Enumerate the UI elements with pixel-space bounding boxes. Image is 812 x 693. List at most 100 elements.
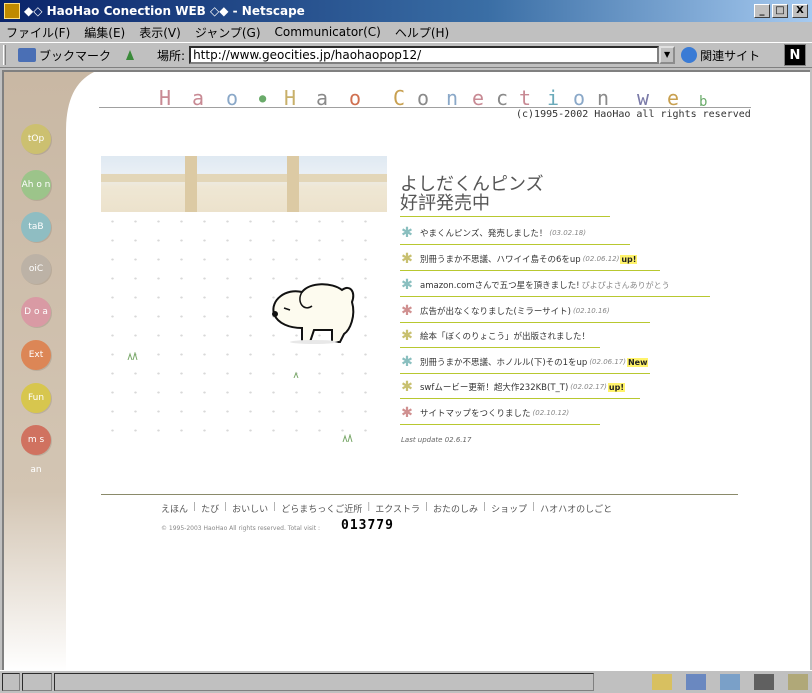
news-headline-line2[interactable]: 好評発売中: [400, 189, 490, 215]
news-date: (02.10.12): [532, 409, 570, 417]
news-item[interactable]: ✱ 別冊うまか不思議、ハワイイ島その6をup (02.06.12) up!: [400, 248, 638, 270]
news-date: (02.02.17): [570, 383, 607, 391]
menu-view[interactable]: 表示(V): [139, 24, 181, 41]
menu-file[interactable]: ファイル(F): [6, 24, 70, 41]
menu-go[interactable]: ジャンプ(G): [195, 24, 261, 41]
star-icon: ✱: [401, 328, 413, 344]
footer-link[interactable]: どらまちっくご近所: [281, 502, 362, 515]
news-badge: up!: [620, 254, 638, 264]
fence-post: [287, 156, 299, 212]
footer-separator: |: [224, 502, 228, 512]
close-button[interactable]: X: [792, 4, 808, 18]
nav-circle-top[interactable]: tOp: [21, 124, 51, 154]
news-text[interactable]: 別冊うまか不思議、ホノルル(下)その1をup: [420, 356, 587, 368]
toolbar-grip[interactable]: [3, 45, 6, 65]
news-item[interactable]: ✱ サイトマップをつくりました (02.10.12): [400, 402, 569, 424]
news-divider: [400, 424, 600, 425]
nav-circle-doa[interactable]: D o a: [21, 297, 51, 327]
star-icon: ✱: [401, 251, 413, 267]
footer-link[interactable]: おたのしみ: [433, 502, 478, 515]
component-bar: [638, 674, 808, 690]
news-item[interactable]: ✱ 別冊うまか不思議、ホノルル(下)その1をup (02.06.17) New: [400, 351, 649, 373]
footer-separator: |: [483, 502, 487, 512]
star-icon: ✱: [401, 379, 413, 395]
menu-bar: ファイル(F) 編集(E) 表示(V) ジャンプ(G) Communicator…: [0, 22, 812, 42]
bookmark-icon[interactable]: [18, 48, 36, 62]
nav-circle-fun[interactable]: Fun: [21, 383, 51, 413]
fence-post: [185, 156, 197, 212]
status-message: [54, 673, 594, 691]
news-text[interactable]: 別冊うまか不思議、ハワイイ島その6をup: [420, 253, 581, 265]
footer-link[interactable]: エクストラ: [375, 502, 420, 515]
news-item[interactable]: ✱ 広告が出なくなりました(ミラーサイト) (02.10.16): [400, 300, 609, 322]
footer-link[interactable]: おいしい: [232, 502, 268, 515]
footer-link[interactable]: ショップ: [491, 502, 527, 515]
news-text[interactable]: やまくんピンズ、発売しました！: [420, 227, 547, 239]
nav-circle-tab[interactable]: taB: [21, 212, 51, 242]
composer-icon[interactable]: [788, 674, 808, 690]
news-item[interactable]: ✱ やまくんピンズ、発売しました！ (03.02.18): [400, 222, 586, 244]
newsgroups-icon[interactable]: [720, 674, 740, 690]
news-badge: up!: [607, 382, 625, 392]
header-divider: [99, 107, 751, 108]
news-text[interactable]: サイトマップをつくりました: [420, 407, 531, 419]
page-viewport[interactable]: Ha o ● Ha o Co n e c t i o n w e b (c)1995-2002 HaoHao …: [2, 70, 810, 670]
news-divider: [400, 373, 650, 374]
grass-tuft: [342, 434, 353, 442]
footer-link[interactable]: えほん: [161, 502, 188, 515]
news-text[interactable]: 絵本「ぼくのりょこう」が出版されました！: [420, 330, 590, 342]
grass-tuft: [293, 371, 299, 378]
footer-nav: えほん | たび | おいしい | どらまちっくご近所 | エクストラ | おたのしみ | ショップ | ハ…: [161, 502, 612, 515]
news-divider: [400, 296, 710, 297]
bookmarks-button[interactable]: ブックマーク: [39, 47, 111, 64]
mail-icon[interactable]: [686, 674, 706, 690]
headline-divider: [400, 216, 610, 217]
star-icon: ✱: [401, 405, 413, 421]
nav-circle-mssan[interactable]: m s an: [21, 425, 51, 475]
url-input[interactable]: http://www.geocities.jp/haohaopop12/: [189, 46, 660, 64]
menu-edit[interactable]: 編集(E): [84, 24, 125, 41]
page-proxy-icon[interactable]: [123, 48, 137, 62]
related-sites-button[interactable]: 関連サイト: [700, 47, 760, 64]
news-divider: [400, 244, 630, 245]
news-item[interactable]: ✱ 絵本「ぼくのりょこう」が出版されました！: [400, 325, 590, 347]
menu-communicator[interactable]: Communicator(C): [275, 25, 381, 39]
news-item[interactable]: ✱ swfムービー更新！超大作232KB(T_T) (02.02.17) up!: [400, 376, 625, 398]
news-date: (02.06.17): [589, 358, 626, 366]
fence-rail: [101, 174, 387, 182]
footer-link[interactable]: ハオハオのしごと: [540, 502, 612, 515]
news-item[interactable]: ✱ amazon.comさんで五つ星を頂きました! ぴよぴよさんありがとう: [400, 274, 670, 296]
footer-divider: [101, 494, 738, 495]
star-icon: ✱: [401, 303, 413, 319]
url-dropdown-button[interactable]: ▼: [659, 46, 676, 64]
news-divider: [400, 347, 600, 348]
connection-status-icon[interactable]: [22, 673, 52, 691]
news-text[interactable]: 広告が出なくなりました(ミラーサイト): [420, 305, 571, 317]
news-divider: [400, 270, 660, 271]
news-text[interactable]: swfムービー更新！超大作232KB(T_T): [420, 381, 568, 393]
news-text[interactable]: amazon.comさんで五つ星を頂きました!: [420, 279, 580, 291]
dog-illustration[interactable]: [266, 272, 358, 344]
last-update: Last update 02.6.17: [401, 436, 472, 444]
netscape-app-icon[interactable]: [4, 3, 20, 19]
status-bar: [0, 670, 812, 693]
footer-link[interactable]: たび: [201, 502, 219, 515]
maximize-button[interactable]: □: [772, 4, 788, 18]
nav-circle-ahon[interactable]: Ah o n: [21, 170, 51, 200]
location-toolbar: ブックマーク 場所: http://www.geocities.jp/haoha…: [0, 42, 812, 68]
security-lock-icon[interactable]: [2, 673, 20, 691]
minimize-button[interactable]: _: [754, 4, 770, 18]
address-book-icon[interactable]: [754, 674, 774, 690]
nav-circle-ext[interactable]: Ext: [21, 340, 51, 370]
news-note: ぴよぴよさんありがとう: [581, 280, 670, 290]
menu-help[interactable]: ヘルプ(H): [395, 24, 449, 41]
window-title: ◆◇ HaoHao Conection WEB ◇◆ - Netscape: [24, 4, 305, 18]
footer-separator: |: [273, 502, 277, 512]
netscape-logo[interactable]: N: [784, 44, 806, 66]
navigator-icon[interactable]: [652, 674, 672, 690]
title-bar: ◆◇ HaoHao Conection WEB ◇◆ - Netscape _ …: [0, 0, 812, 22]
star-icon: ✱: [401, 354, 413, 370]
related-sites-icon[interactable]: [681, 47, 698, 63]
news-badge: New: [626, 357, 649, 367]
nav-circle-oic[interactable]: oiC: [21, 254, 51, 284]
